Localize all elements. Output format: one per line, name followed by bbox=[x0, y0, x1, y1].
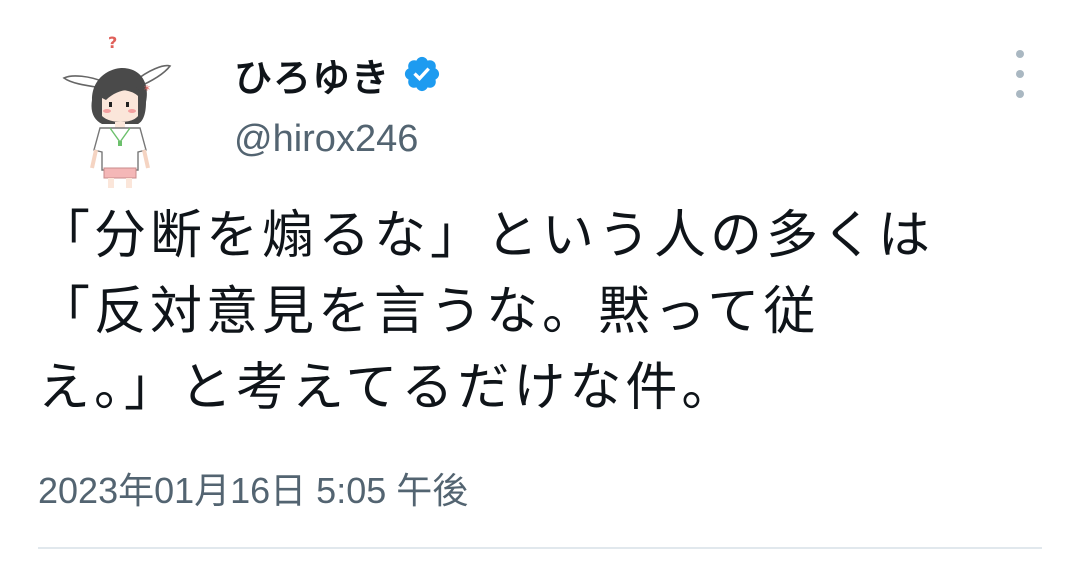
avatar-question-mark: ? bbox=[108, 33, 117, 52]
tweet-card: ? * ひろゆき @hirox246 「分断を煽るな」という人の多くは 「反対意… bbox=[0, 0, 1080, 570]
tweet-text-line: 「反対意見を言うな。黙って従 bbox=[38, 282, 820, 342]
divider bbox=[38, 547, 1042, 549]
avatar-blush-mark: * bbox=[144, 83, 150, 97]
tweet-timestamp[interactable]: 2023年01月16日 5:05 午後 bbox=[38, 462, 468, 514]
more-dot bbox=[1016, 90, 1024, 98]
name-row: ひろゆき bbox=[234, 44, 442, 104]
more-options-icon[interactable] bbox=[1006, 50, 1034, 98]
more-dot bbox=[1016, 70, 1024, 78]
user-handle[interactable]: @hirox246 bbox=[234, 118, 442, 161]
tweet-text-line: 「分断を煽るな」という人の多くは bbox=[38, 206, 935, 266]
tweet-text-line: え。」と考えてるだけな件。 bbox=[38, 358, 738, 418]
avatar[interactable]: ? * bbox=[52, 30, 182, 190]
display-name[interactable]: ひろゆき bbox=[234, 47, 390, 102]
tweet-header: ひろゆき @hirox246 bbox=[234, 44, 442, 161]
more-dot bbox=[1016, 50, 1024, 58]
verified-badge-icon bbox=[402, 54, 442, 94]
tweet-text: 「分断を煽るな」という人の多くは 「反対意見を言うな。黙って従 え。」と考えてる… bbox=[38, 198, 1048, 426]
